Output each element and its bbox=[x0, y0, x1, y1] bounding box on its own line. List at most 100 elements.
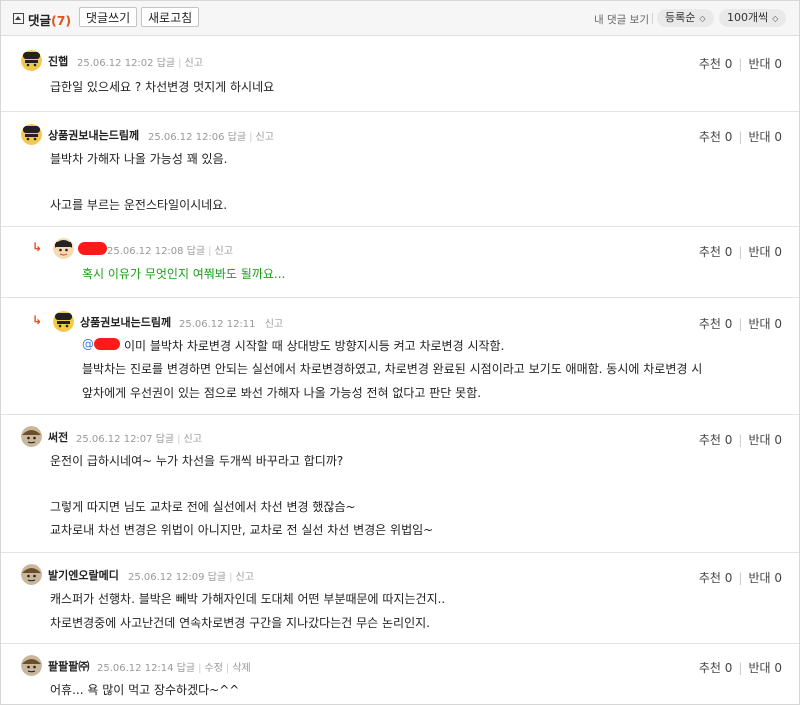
comment-count: (7) bbox=[51, 13, 72, 28]
delete-link[interactable]: 삭제 bbox=[232, 663, 250, 674]
report-link[interactable]: 신고 bbox=[215, 246, 233, 257]
comment-text: 운전이 급하시네여~ 누가 차선을 두개씩 바꾸라고 합디까? bbox=[50, 454, 344, 468]
oppose-button[interactable]: 반대 0 bbox=[748, 57, 782, 71]
oppose-button[interactable]: 반대 0 bbox=[748, 245, 782, 259]
reply-link[interactable]: 답글 bbox=[208, 572, 226, 583]
comment-text: 교차로내 차선 변경은 위법이 아니지만, 교차로 전 실선 차선 변경은 위법… bbox=[50, 523, 434, 537]
recommend-button[interactable]: 추천 0 bbox=[699, 571, 733, 585]
avatar[interactable] bbox=[53, 238, 74, 259]
comment-meta: 25.06.12 12:07 답글 | 신고 bbox=[76, 434, 202, 445]
comment-author[interactable]: 팔팔팔㈜ bbox=[48, 658, 89, 674]
comment-author[interactable]: 상품권보내는드림께 bbox=[48, 127, 139, 143]
recommend-button[interactable]: 추천 0 bbox=[699, 245, 733, 259]
avatar[interactable] bbox=[21, 655, 42, 676]
reply-link[interactable]: 답글 bbox=[228, 132, 246, 143]
oppose-button[interactable]: 반대 0 bbox=[748, 317, 782, 331]
comment-section: 댓글(7) 댓글쓰기 새로고침 내 댓글 보기 등록순 ◇ 100개씩 ◇ 진햅 2… bbox=[0, 0, 800, 705]
report-link[interactable]: 신고 bbox=[236, 572, 254, 583]
comment-date: 25.06.12 12:09 bbox=[128, 572, 205, 583]
recommend-button[interactable]: 추천 0 bbox=[699, 57, 733, 71]
vote-area: 추천 0 | 반대 0 bbox=[698, 57, 782, 71]
recommend-button[interactable]: 추천 0 bbox=[699, 317, 733, 331]
reply-arrow-icon: ↳ bbox=[32, 240, 43, 254]
reply-link[interactable]: 답글 bbox=[177, 663, 195, 674]
comment-meta: 25.06.12 12:06 답글 | 신고 bbox=[148, 132, 274, 143]
edit-link[interactable]: 수정 bbox=[205, 663, 223, 674]
write-comment-button[interactable]: 댓글쓰기 bbox=[79, 7, 138, 27]
comment-text: 이미 블박차 차로변경 시작할 때 상대방도 방향지시등 켜고 차로변경 시작함… bbox=[124, 339, 505, 353]
sort-select[interactable]: 등록순 ◇ bbox=[657, 9, 714, 27]
reply-item: ↳ 25.06.12 12:08 답글 | 신고 추천 0 | 반대 0 혹시 이유가 … bbox=[1, 227, 799, 298]
comment-text: 그렇게 따지면 님도 교차로 전에 실선에서 차선 변경 했잖슴~ bbox=[50, 500, 356, 514]
oppose-button[interactable]: 반대 0 bbox=[748, 433, 782, 447]
comment-meta: 25.06.12 12:11 신고 bbox=[179, 315, 283, 330]
comment-item: 진햅 25.06.12 12:02 답글 | 신고 추천 0 | 반대 0 급한일 있으… bbox=[1, 36, 799, 112]
comment-date: 25.06.12 12:11 bbox=[179, 319, 256, 330]
comment-text: 블박차 가해자 나올 가능성 꽤 있음. bbox=[50, 152, 228, 166]
comment-header: 댓글(7) 댓글쓰기 새로고침 내 댓글 보기 등록순 ◇ 100개씩 ◇ bbox=[1, 1, 799, 36]
divider bbox=[652, 13, 653, 24]
comment-date: 25.06.12 12:02 bbox=[77, 58, 154, 69]
redacted-nickname bbox=[78, 242, 107, 255]
vote-area: 추천 0 | 반대 0 bbox=[698, 317, 782, 331]
redacted-mention bbox=[94, 338, 120, 350]
recommend-button[interactable]: 추천 0 bbox=[699, 433, 733, 447]
comment-author[interactable]: 발기엔오랄메디 bbox=[48, 567, 119, 583]
oppose-button[interactable]: 반대 0 bbox=[748, 571, 782, 585]
comment-text: 혹시 이유가 무엇인지 여쭤봐도 될까요... bbox=[82, 267, 286, 281]
avatar[interactable] bbox=[21, 124, 42, 145]
reply-arrow-icon: ↳ bbox=[32, 313, 43, 327]
report-link[interactable]: 신고 bbox=[185, 58, 203, 69]
comment-author[interactable]: 써전 bbox=[48, 429, 68, 445]
comment-title: 댓글(7) bbox=[28, 13, 72, 28]
per-page-chevron-icon: ◇ bbox=[772, 14, 779, 23]
comment-date: 25.06.12 12:06 bbox=[148, 132, 225, 143]
recommend-button[interactable]: 추천 0 bbox=[699, 661, 733, 675]
refresh-button[interactable]: 새로고침 bbox=[141, 7, 200, 27]
reply-link[interactable]: 답글 bbox=[157, 58, 175, 69]
comment-item: 상품권보내는드림께 25.06.12 12:06 답글 | 신고 추천 0 | 반대 0… bbox=[1, 112, 799, 227]
comment-text: 어휴... 욕 많이 먹고 장수하겠다~^^ bbox=[50, 683, 240, 697]
comment-author[interactable]: 상품권보내는드림께 bbox=[80, 314, 171, 330]
report-link[interactable]: 신고 bbox=[184, 434, 202, 445]
comment-date: 25.06.12 12:07 bbox=[76, 434, 153, 445]
comment-text: 급한일 있으세요 ? 차선변경 멋지게 하시네요 bbox=[50, 80, 275, 94]
vote-area: 추천 0 | 반대 0 bbox=[698, 433, 782, 447]
comment-text: 앞차에게 우선권이 있는 점으로 봐선 가해자 나올 가능성 전혀 없다고 판단… bbox=[82, 386, 482, 400]
report-link[interactable]: 신고 bbox=[256, 132, 274, 143]
per-page-select[interactable]: 100개씩 ◇ bbox=[719, 9, 787, 27]
report-link[interactable]: 신고 bbox=[265, 319, 283, 330]
comment-item: 써전 25.06.12 12:07 답글 | 신고 추천 0 | 반대 0 운전이 급하… bbox=[1, 415, 799, 553]
my-comments-link[interactable]: 내 댓글 보기 bbox=[594, 12, 649, 27]
vote-area: 추천 0 | 반대 0 bbox=[698, 571, 782, 585]
reply-link[interactable]: 답글 bbox=[187, 246, 205, 257]
comment-meta: 25.06.12 12:14 답글 | 수정 | 삭제 bbox=[97, 663, 251, 674]
vote-area: 추천 0 | 반대 0 bbox=[698, 245, 782, 259]
comment-text: 사고를 부르는 운전스타일이시네요. bbox=[50, 198, 228, 212]
comment-item: 팔팔팔㈜ 25.06.12 12:14 답글 | 수정 | 삭제 추천 0 | 반대 0 어… bbox=[1, 644, 799, 704]
vote-area: 추천 0 | 반대 0 bbox=[698, 661, 782, 675]
recommend-button[interactable]: 추천 0 bbox=[699, 130, 733, 144]
avatar[interactable] bbox=[21, 426, 42, 447]
comment-text: 차로변경중에 사고난건데 연속차로변경 구간을 지나갔다는건 무슨 논리인지. bbox=[50, 616, 430, 630]
comment-text: 블박차는 진로를 변경하면 안되는 실선에서 차로변경하였고, 차로변경 완료된… bbox=[82, 362, 703, 376]
oppose-button[interactable]: 반대 0 bbox=[748, 130, 782, 144]
comment-date: 25.06.12 12:14 bbox=[97, 663, 174, 674]
comment-date: 25.06.12 12:08 bbox=[107, 246, 184, 257]
comment-text: 캐스퍼가 선행차. 블박은 빼박 가해자인데 도대체 어떤 부분때문에 따지는건… bbox=[50, 592, 446, 606]
reply-item: ↳ 상품권보내는드림께 25.06.12 12:11 신고 추천 0 | 반대 0 … bbox=[1, 298, 799, 415]
mention-at[interactable]: @ bbox=[82, 337, 94, 351]
comment-item: 발기엔오랄메디 25.06.12 12:09 답글 | 신고 추천 0 | 반대 0 캐… bbox=[1, 553, 799, 644]
avatar[interactable] bbox=[53, 311, 74, 332]
sort-chevron-icon: ◇ bbox=[699, 14, 706, 23]
avatar[interactable] bbox=[21, 564, 42, 585]
vote-area: 추천 0 | 반대 0 bbox=[698, 130, 782, 144]
oppose-button[interactable]: 반대 0 bbox=[748, 661, 782, 675]
avatar[interactable] bbox=[21, 50, 42, 71]
comment-author[interactable]: 진햅 bbox=[48, 53, 68, 69]
comment-meta: 25.06.12 12:08 답글 | 신고 bbox=[107, 246, 233, 257]
comment-meta: 25.06.12 12:02 답글 | 신고 bbox=[77, 58, 203, 69]
reply-link[interactable]: 답글 bbox=[156, 434, 174, 445]
collapse-toggle-icon[interactable] bbox=[13, 13, 24, 24]
comment-meta: 25.06.12 12:09 답글 | 신고 bbox=[128, 572, 254, 583]
